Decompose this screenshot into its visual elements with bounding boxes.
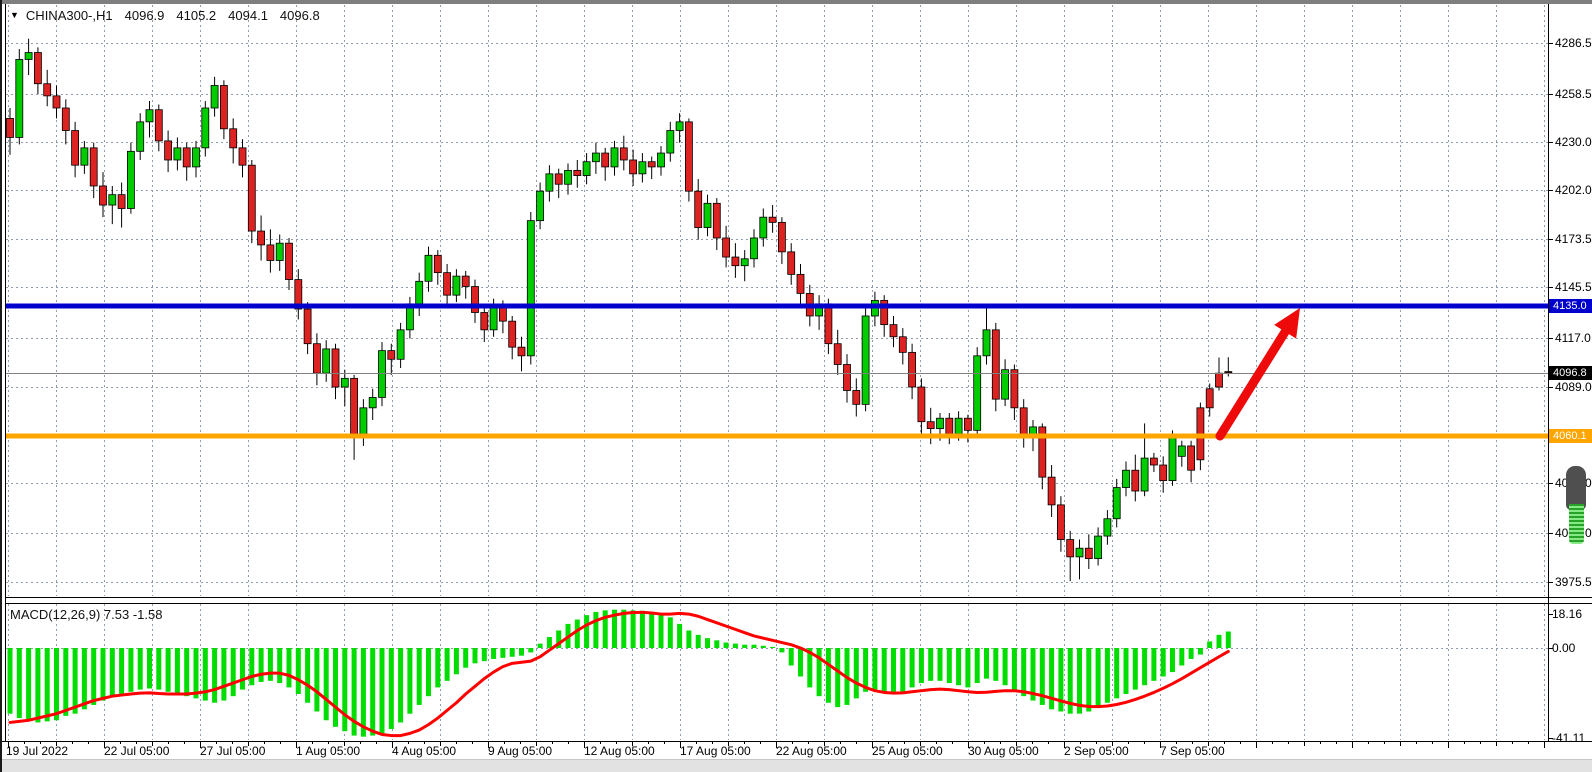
time-axis-label: 25 Aug 05:00 bbox=[872, 744, 943, 758]
price-axis-label: 4117.0 bbox=[1555, 331, 1591, 345]
time-axis-label: 9 Aug 05:00 bbox=[488, 744, 552, 758]
open-value: 4096.9 bbox=[125, 8, 165, 23]
symbol-period-label: CHINA300-,H1 bbox=[26, 8, 113, 23]
grid-layer bbox=[6, 5, 1548, 740]
time-axis-label: 22 Jul 05:00 bbox=[104, 744, 169, 758]
price-axis-label: 4145.5 bbox=[1555, 280, 1592, 294]
candles-layer bbox=[7, 39, 1232, 581]
trading-chart-window: ▼ CHINA300-,H1 4096.9 4105.2 4094.1 4096… bbox=[0, 0, 1592, 772]
time-axis-label: 27 Jul 05:00 bbox=[200, 744, 265, 758]
high-value: 4105.2 bbox=[176, 8, 216, 23]
time-axis-label: 19 Jul 2022 bbox=[6, 744, 68, 758]
time-axis-label: 7 Sep 05:00 bbox=[1160, 744, 1225, 758]
current-price-line-badge: 4096.8 bbox=[1549, 366, 1592, 380]
macd-axis-label: 0.00 bbox=[1552, 641, 1575, 655]
window-bottom-strip bbox=[2, 759, 1592, 772]
chart-title: ▼ CHINA300-,H1 4096.9 4105.2 4094.1 4096… bbox=[10, 8, 320, 23]
low-value: 4094.1 bbox=[228, 8, 268, 23]
price-axis-label: 4089.0 bbox=[1555, 380, 1592, 394]
time-axis-label: 30 Aug 05:00 bbox=[968, 744, 1039, 758]
price-axis-label: 4258.5 bbox=[1555, 87, 1592, 101]
price-axis-label: 4202.0 bbox=[1555, 183, 1592, 197]
resistance-line-badge: 4135.0 bbox=[1549, 299, 1592, 313]
macd-signal-layer bbox=[10, 612, 1228, 735]
time-axis-label: 4 Aug 05:00 bbox=[392, 744, 456, 758]
time-axis-label: 1 Aug 05:00 bbox=[296, 744, 360, 758]
price-axis-label: 3975.5 bbox=[1555, 575, 1592, 589]
macd-indicator-label: MACD(12,26,9) 7.53 -1.58 bbox=[10, 607, 162, 622]
symbol-dropdown-icon[interactable]: ▼ bbox=[10, 9, 19, 22]
scrollbar-thumb-widget[interactable] bbox=[1566, 466, 1586, 544]
close-value: 4096.8 bbox=[280, 8, 320, 23]
macd-axis-label: 18.16 bbox=[1552, 607, 1582, 621]
macd-axis-label: -41.11 bbox=[1552, 731, 1585, 745]
time-axis-label: 12 Aug 05:00 bbox=[584, 744, 655, 758]
support-line-badge: 4060.1 bbox=[1549, 429, 1592, 443]
price-axis-label: 4286.5 bbox=[1555, 36, 1592, 50]
macd-histogram-layer bbox=[8, 610, 1231, 737]
chart-canvas[interactable] bbox=[2, 0, 1592, 772]
time-axis-label: 22 Aug 05:00 bbox=[776, 744, 847, 758]
chart-frame bbox=[2, 4, 1592, 748]
price-axis-label: 4173.5 bbox=[1555, 232, 1592, 246]
time-axis-label: 17 Aug 05:00 bbox=[680, 744, 751, 758]
price-axis-label: 4230.0 bbox=[1555, 135, 1592, 149]
time-axis-label: 2 Sep 05:00 bbox=[1064, 744, 1129, 758]
scrollbar-thumb-grip[interactable] bbox=[1569, 504, 1584, 544]
